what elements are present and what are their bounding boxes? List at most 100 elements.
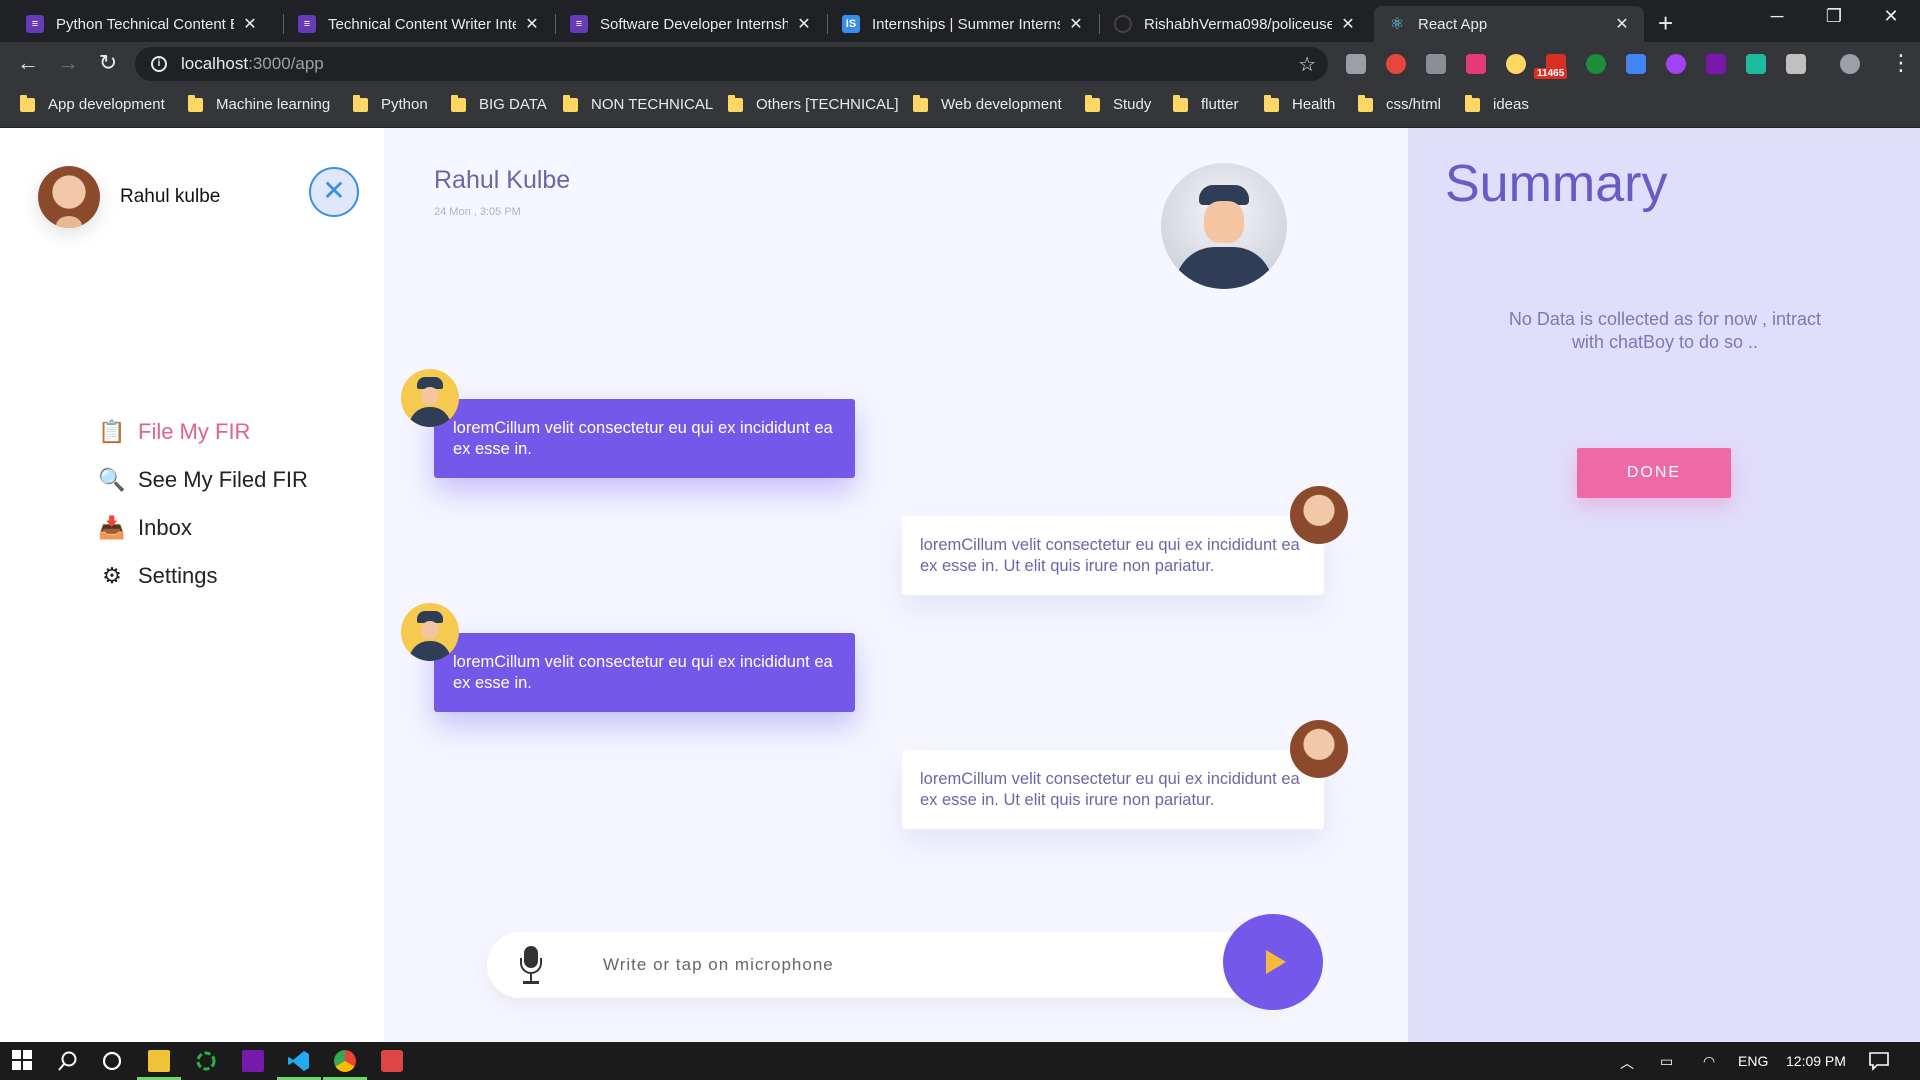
restore-icon[interactable]: ❐ xyxy=(1814,6,1854,27)
user-message: loremCillum velit consectetur eu qui ex … xyxy=(902,750,1324,829)
microphone-icon[interactable] xyxy=(519,946,542,986)
window-close-icon[interactable]: ✕ xyxy=(1871,6,1911,27)
bookmark-folder[interactable]: Others [TECHNICAL] xyxy=(728,94,899,113)
folder-icon xyxy=(1173,94,1188,112)
close-tab-icon[interactable]: ✕ xyxy=(1068,14,1084,34)
extension-icon[interactable] xyxy=(1586,54,1606,74)
file-explorer-icon[interactable] xyxy=(148,1050,170,1072)
menu-item-see-filed-fir[interactable]: 🔍 See My Filed FIR xyxy=(98,456,308,504)
bookmark-folder[interactable]: Web development xyxy=(913,94,1062,113)
close-tab-icon[interactable]: ✕ xyxy=(524,14,540,34)
tab-title: Internships | Summer Interns xyxy=(872,15,1060,33)
forward-icon[interactable]: → xyxy=(54,50,82,76)
folder-icon xyxy=(20,94,35,112)
browser-tab[interactable]: ≡ Technical Content Writer Inte ✕ xyxy=(284,6,554,42)
extension-icon[interactable] xyxy=(1466,54,1486,74)
tab-title: RishabhVerma098/policeuse xyxy=(1144,15,1332,33)
notifications-icon[interactable] xyxy=(1868,1050,1890,1072)
extension-icon[interactable] xyxy=(1346,54,1366,74)
tab-title: Python Technical Content Eng xyxy=(56,15,234,33)
chat-header-time: 24 Mon , 3:05 PM xyxy=(434,206,521,218)
bookmark-folder[interactable]: Machine learning xyxy=(188,94,330,113)
language-indicator[interactable]: ENG xyxy=(1738,1053,1768,1069)
app-icon[interactable] xyxy=(195,1050,217,1072)
extension-icon[interactable] xyxy=(1786,54,1806,74)
browser-tab-active[interactable]: ⚛ React App ✕ xyxy=(1374,6,1644,42)
extension-icon[interactable] xyxy=(1746,54,1766,74)
onenote-extension-icon[interactable] xyxy=(1706,54,1726,74)
address-bar[interactable]: i localhost :3000/app ☆ xyxy=(135,47,1328,81)
menu-item-label: Inbox xyxy=(138,515,192,540)
battery-icon[interactable]: ▭ xyxy=(1660,1053,1673,1070)
sidebar-menu: 📋 File My FIR 🔍 See My Filed FIR 📥 Inbox… xyxy=(98,408,308,600)
bookmark-folder[interactable]: App development xyxy=(20,94,165,113)
cortana-icon[interactable] xyxy=(101,1050,123,1072)
bot-message: loremCillum velit consectetur eu qui ex … xyxy=(434,633,855,712)
react-icon: ⚛ xyxy=(1389,16,1405,33)
menu-item-label: File My FIR xyxy=(138,419,251,444)
folder-icon xyxy=(353,94,368,112)
onenote-icon[interactable] xyxy=(242,1050,264,1072)
new-tab-button[interactable]: + xyxy=(1658,8,1673,39)
bookmark-folder[interactable]: Health xyxy=(1264,94,1335,113)
clock[interactable]: 12:09 PM xyxy=(1786,1053,1846,1069)
github-icon xyxy=(1114,15,1132,33)
back-icon[interactable]: ← xyxy=(14,50,42,76)
folder-icon xyxy=(451,94,466,112)
popcorn-app-icon[interactable] xyxy=(381,1050,403,1072)
folder-icon xyxy=(563,94,578,112)
close-tab-icon[interactable]: ✕ xyxy=(1614,14,1630,34)
police-officer-avatar xyxy=(1161,163,1287,289)
bookmark-folder[interactable]: css/html xyxy=(1358,94,1441,113)
bookmark-folder[interactable]: ideas xyxy=(1465,94,1529,113)
close-tab-icon[interactable]: ✕ xyxy=(1340,14,1356,34)
message-input[interactable] xyxy=(603,952,1163,978)
extension-icon[interactable] xyxy=(1426,54,1446,74)
site-info-icon[interactable]: i xyxy=(151,56,167,72)
menu-item-label: See My Filed FIR xyxy=(138,467,308,492)
menu-item-inbox[interactable]: 📥 Inbox xyxy=(98,504,308,552)
bookmark-folder[interactable]: flutter xyxy=(1173,94,1239,113)
close-sidebar-button[interactable]: ✕ xyxy=(309,167,359,217)
url-host: localhost xyxy=(181,54,249,73)
bookmarks-bar: App development Machine learning Python … xyxy=(0,86,1920,128)
folder-icon xyxy=(1085,94,1100,112)
extension-icon[interactable] xyxy=(1666,54,1686,74)
tab-title: Software Developer Internshi xyxy=(600,15,788,33)
bookmark-star-icon[interactable]: ☆ xyxy=(1298,52,1316,77)
user-profile: Rahul kulbe xyxy=(38,166,220,228)
bookmark-folder[interactable]: Study xyxy=(1085,94,1151,113)
browser-tab[interactable]: IS Internships | Summer Interns ✕ xyxy=(828,6,1098,42)
bookmark-folder[interactable]: BIG DATA xyxy=(451,94,547,113)
search-icon[interactable] xyxy=(57,1050,79,1072)
chrome-icon[interactable] xyxy=(334,1050,356,1072)
tray-chevron-icon[interactable]: ︿ xyxy=(1620,1053,1634,1073)
message-composer xyxy=(487,932,1307,998)
browser-tab-strip: ≡ Python Technical Content Eng ✕ ≡ Techn… xyxy=(0,0,1920,42)
chrome-menu-icon[interactable]: ⋮ xyxy=(1890,50,1912,76)
browser-tab[interactable]: ≡ Software Developer Internshi ✕ xyxy=(556,6,826,42)
extension-icon[interactable] xyxy=(1626,54,1646,74)
close-tab-icon[interactable]: ✕ xyxy=(242,14,258,34)
bookmark-folder[interactable]: Python xyxy=(353,94,428,113)
bot-message: loremCillum velit consectetur eu qui ex … xyxy=(434,399,855,478)
reload-icon[interactable]: ↻ xyxy=(94,50,122,76)
vscode-icon[interactable] xyxy=(288,1050,310,1072)
done-button[interactable]: DONE xyxy=(1577,448,1731,498)
extension-icon[interactable] xyxy=(1386,54,1406,74)
forms-icon: ≡ xyxy=(26,15,44,33)
profile-avatar-icon[interactable] xyxy=(1840,54,1860,74)
clipboard-icon: 📋 xyxy=(98,419,126,444)
browser-tab[interactable]: ≡ Python Technical Content Eng ✕ xyxy=(12,6,272,42)
close-tab-icon[interactable]: ✕ xyxy=(796,14,812,34)
extension-badge: 11465 xyxy=(1534,68,1568,79)
extension-icon[interactable] xyxy=(1506,54,1526,74)
wifi-icon[interactable]: ◠ xyxy=(1703,1053,1715,1070)
menu-item-settings[interactable]: ⚙ Settings xyxy=(99,552,308,600)
menu-item-file-fir[interactable]: 📋 File My FIR xyxy=(98,408,308,456)
send-button[interactable] xyxy=(1223,914,1323,1010)
windows-start-icon[interactable] xyxy=(12,1050,34,1072)
bookmark-folder[interactable]: NON TECHNICAL xyxy=(563,94,713,113)
browser-tab[interactable]: RishabhVerma098/policeuse ✕ xyxy=(1100,6,1370,42)
minimize-icon[interactable]: ─ xyxy=(1757,6,1797,27)
